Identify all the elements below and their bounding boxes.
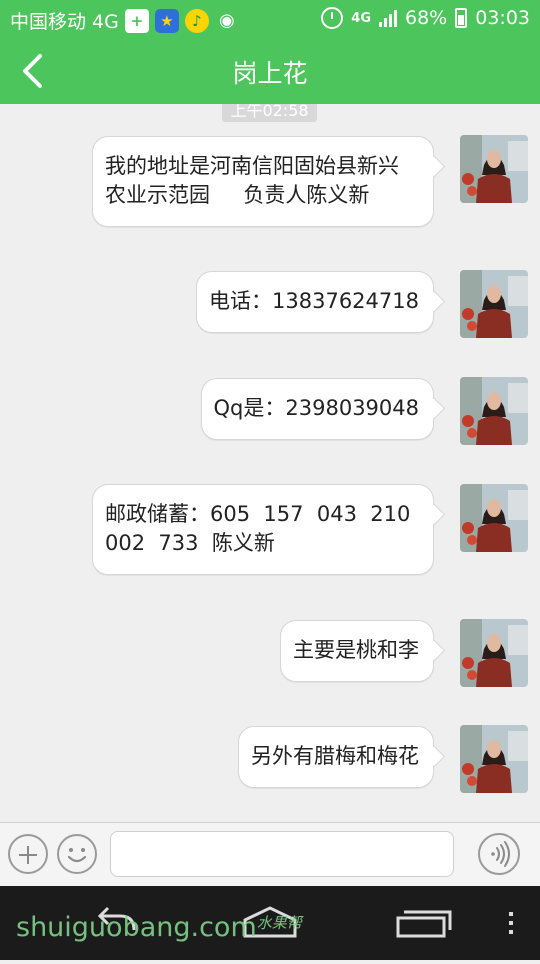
message-bubble[interactable]: 另外有腊梅和梅花 (238, 726, 434, 788)
avatar[interactable] (460, 619, 528, 687)
message-bubble[interactable]: 邮政储蓄：605 157 043 210 002 733 陈义新 (92, 484, 434, 575)
voice-wave-icon (491, 841, 510, 867)
user-avatar-image (460, 619, 528, 687)
avatar[interactable] (460, 484, 528, 552)
message-item: 主要是桃和李 (280, 620, 434, 682)
clock: 03:03 (475, 7, 530, 29)
title-bar: 岗上花 (0, 38, 540, 104)
user-avatar-image (460, 484, 528, 552)
star-app-icon: ★ (154, 8, 179, 33)
weibo-icon: ◉ (219, 9, 235, 31)
avatar[interactable] (460, 135, 528, 203)
message-input[interactable] (110, 831, 454, 877)
alarm-icon (321, 7, 344, 29)
status-bar: 中国移动 4G + ★ ♪ ◉ 4G 68% 03:03 (0, 0, 540, 38)
message-item: 邮政储蓄：605 157 043 210 002 733 陈义新 (92, 484, 434, 575)
signal-icon (379, 9, 397, 27)
nav-recent-button[interactable] (360, 886, 480, 960)
message-bubble[interactable]: 主要是桃和李 (280, 620, 434, 682)
message-bubble[interactable]: 我的地址是河南信阳固始县新兴 农业示范园 负责人陈义新 (92, 136, 434, 227)
music-app-icon: ♪ (184, 8, 209, 33)
network-type-label: 4G (351, 10, 371, 26)
user-avatar-image (460, 270, 528, 338)
user-avatar-image (460, 725, 528, 793)
watermark: shuiguobang.com水果帮 (16, 912, 302, 943)
smiley-icon (67, 848, 87, 863)
input-bar (0, 822, 540, 887)
health-app-icon: + (124, 8, 149, 33)
avatar[interactable] (460, 725, 528, 793)
message-item: 另外有腊梅和梅花 (238, 726, 434, 788)
more-menu-icon (509, 912, 513, 934)
message-item: 我的地址是河南信阳固始县新兴 农业示范园 负责人陈义新 (92, 136, 434, 227)
add-attachment-button[interactable] (8, 834, 48, 874)
emoji-button[interactable] (57, 834, 97, 874)
voice-button[interactable] (478, 833, 520, 875)
chat-area[interactable]: 上午02:58 我的地址是河南信阳固始县新兴 农业示范园 负责人陈义新 电话：1… (0, 104, 540, 822)
message-item: 电话：13837624718 (196, 271, 434, 333)
message-timestamp: 上午02:58 (222, 104, 317, 122)
avatar[interactable] (460, 270, 528, 338)
battery-percent: 68% (405, 7, 448, 29)
battery-icon (455, 8, 468, 28)
recent-apps-icon (396, 910, 452, 938)
message-bubble[interactable]: 电话：13837624718 (196, 271, 434, 333)
chat-title: 岗上花 (232, 59, 308, 88)
user-avatar-image (460, 377, 528, 445)
message-item: Qq是：2398039048 (200, 378, 434, 440)
user-avatar-image (460, 135, 528, 203)
avatar[interactable] (460, 377, 528, 445)
navigation-bar: shuiguobang.com水果帮 (0, 886, 540, 960)
watermark-sub: 水果帮 (256, 914, 302, 932)
message-bubble[interactable]: Qq是：2398039048 (200, 378, 434, 440)
watermark-main: shuiguobang.com (16, 912, 257, 943)
nav-menu-button[interactable] (480, 886, 540, 960)
carrier-label: 中国移动 4G (10, 11, 119, 33)
